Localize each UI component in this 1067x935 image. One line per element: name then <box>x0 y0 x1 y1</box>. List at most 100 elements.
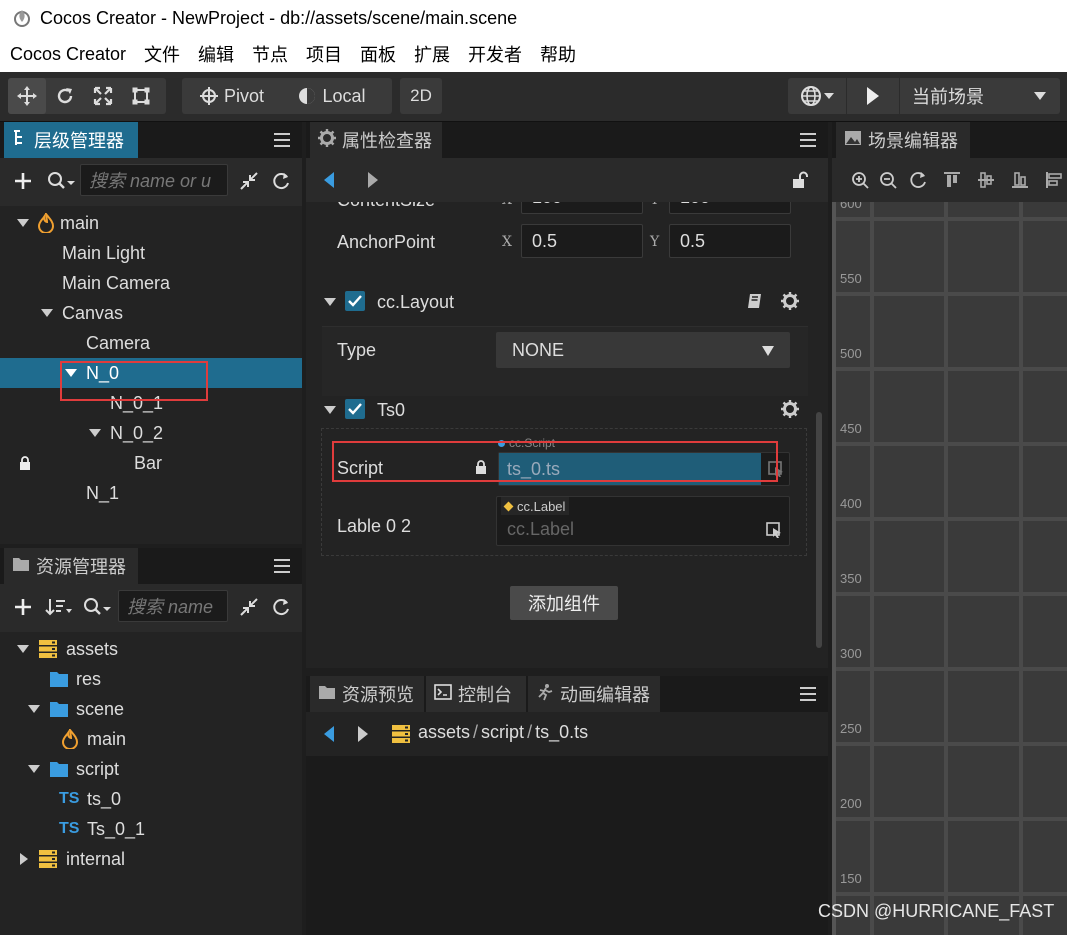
anchor-x-input[interactable]: 0.5 <box>521 224 643 258</box>
menu-help[interactable]: 帮助 <box>540 41 576 67</box>
menu-extension[interactable]: 扩展 <box>414 41 450 67</box>
component-gear-icon[interactable] <box>780 291 800 311</box>
asset-row-res[interactable]: res <box>0 664 302 694</box>
component-gear-icon[interactable] <box>780 399 800 419</box>
anchor-y-input[interactable]: 0.5 <box>669 224 791 258</box>
align-middle-icon[interactable] <box>976 170 996 190</box>
asset-row-scene[interactable]: scene <box>0 694 302 724</box>
path-segment[interactable]: script <box>481 722 524 743</box>
align-top-icon[interactable] <box>942 170 962 190</box>
asset-row-script[interactable]: script <box>0 754 302 784</box>
hierarchy-search-input[interactable]: 搜索 name or u <box>80 164 228 196</box>
zoom-in-icon[interactable] <box>850 170 870 190</box>
help-book-icon[interactable] <box>746 292 764 310</box>
local-button[interactable]: Local <box>282 78 382 114</box>
tab-scene-editor[interactable]: 场景编辑器 <box>836 122 970 158</box>
hierarchy-menu-icon[interactable] <box>274 130 290 150</box>
expand-arrow-icon[interactable] <box>41 309 53 317</box>
refresh-icon[interactable] <box>270 596 292 618</box>
inspector-menu-icon[interactable] <box>800 130 816 150</box>
rotate-tool-button[interactable] <box>46 78 84 114</box>
path-segment[interactable]: ts_0.ts <box>535 722 588 743</box>
play-button[interactable] <box>846 78 900 114</box>
collapse-all-icon[interactable] <box>238 596 260 618</box>
scene-viewport[interactable]: 600 550 500 450 400 350 300 250 200 150 <box>832 202 1067 935</box>
back-arrow-icon[interactable] <box>322 725 336 743</box>
forward-arrow-icon[interactable] <box>366 171 380 189</box>
refresh-icon[interactable] <box>270 170 292 192</box>
menu-panel[interactable]: 面板 <box>360 41 396 67</box>
lock-icon[interactable] <box>18 456 32 470</box>
mode-2d-button[interactable]: 2D <box>400 78 442 114</box>
tree-row-canvas[interactable]: Canvas <box>0 298 302 328</box>
zoom-out-icon[interactable] <box>878 170 898 190</box>
bottom-menu-icon[interactable] <box>800 684 816 704</box>
content-size-y-input[interactable]: 100 <box>669 202 791 214</box>
back-arrow-icon[interactable] <box>322 171 336 189</box>
asset-row-main-scene[interactable]: main <box>0 724 302 754</box>
tab-inspector[interactable]: 属性检查器 <box>310 122 442 158</box>
tab-hierarchy[interactable]: 层级管理器 <box>4 122 138 158</box>
add-component-button[interactable]: 添加组件 <box>510 586 618 620</box>
inspector-scrollbar[interactable] <box>816 412 822 648</box>
assets-search-input[interactable]: 搜索 name <box>118 590 228 622</box>
tree-row-main-light[interactable]: Main Light <box>0 238 302 268</box>
move-tool-button[interactable] <box>8 78 46 114</box>
reset-view-icon[interactable] <box>908 170 928 190</box>
tree-row-bar[interactable]: Bar <box>0 448 302 478</box>
tab-assets[interactable]: 资源管理器 <box>4 548 138 584</box>
scene-select[interactable]: 当前场景 <box>900 78 1060 114</box>
path-segment[interactable]: assets <box>418 722 470 743</box>
expand-arrow-icon[interactable] <box>28 765 40 773</box>
align-bottom-icon[interactable] <box>1010 170 1030 190</box>
menu-node[interactable]: 节点 <box>252 41 288 67</box>
asset-row-ts0-1[interactable]: TS Ts_0_1 <box>0 814 302 844</box>
tree-row-n0-2[interactable]: N_0_2 <box>0 418 302 448</box>
layout-enabled-checkbox[interactable] <box>345 291 365 311</box>
expand-arrow-icon[interactable] <box>17 645 29 653</box>
pivot-button[interactable]: Pivot <box>182 78 282 114</box>
expand-arrow-icon[interactable] <box>28 705 40 713</box>
collapse-arrow-icon[interactable] <box>20 853 28 865</box>
collapse-all-icon[interactable] <box>238 170 260 192</box>
tree-row-camera[interactable]: Camera <box>0 328 302 358</box>
menu-file[interactable]: 文件 <box>144 41 180 67</box>
asset-row-ts0[interactable]: TS ts_0 <box>0 784 302 814</box>
tab-asset-preview[interactable]: 资源预览 <box>310 676 424 712</box>
lable-field[interactable]: cc.Label cc.Label <box>496 496 790 546</box>
path-separator: / <box>473 722 479 742</box>
platform-dropdown[interactable] <box>788 78 846 114</box>
tree-row-main-camera[interactable]: Main Camera <box>0 268 302 298</box>
anchor-y-axis: Y <box>650 234 660 250</box>
sort-icon[interactable] <box>44 596 74 618</box>
tab-animation-editor[interactable]: 动画编辑器 <box>528 676 660 712</box>
unlock-icon[interactable] <box>790 170 810 190</box>
menu-cocos-creator[interactable]: Cocos Creator <box>10 44 126 65</box>
add-asset-icon[interactable] <box>12 596 34 618</box>
expand-arrow-icon[interactable] <box>89 429 101 437</box>
search-type-icon[interactable] <box>82 596 112 618</box>
assets-menu-icon[interactable] <box>274 556 290 576</box>
align-left-icon[interactable] <box>1044 170 1064 190</box>
tree-row-main[interactable]: main <box>0 208 302 238</box>
ts0-enabled-checkbox[interactable] <box>345 399 365 419</box>
asset-row-assets[interactable]: assets <box>0 634 302 664</box>
locate-asset-icon[interactable] <box>765 521 783 539</box>
menu-developer[interactable]: 开发者 <box>468 41 522 67</box>
asset-row-internal[interactable]: internal <box>0 844 302 874</box>
menu-edit[interactable]: 编辑 <box>198 41 234 67</box>
tree-row-n1[interactable]: N_1 <box>0 478 302 508</box>
tab-console[interactable]: 控制台 <box>426 676 526 712</box>
content-size-x-input[interactable]: 100 <box>521 202 643 214</box>
rect-tool-button[interactable] <box>122 78 160 114</box>
layout-type-select[interactable]: NONE <box>496 332 790 368</box>
layout-collapse-arrow-icon[interactable] <box>324 298 336 306</box>
ts0-collapse-arrow-icon[interactable] <box>324 406 336 414</box>
menu-project[interactable]: 项目 <box>306 41 342 67</box>
forward-arrow-icon[interactable] <box>356 725 370 743</box>
pivot-icon <box>199 87 218 105</box>
scale-tool-button[interactable] <box>84 78 122 114</box>
expand-arrow-icon[interactable] <box>17 219 29 227</box>
search-type-icon[interactable] <box>46 170 76 192</box>
add-node-icon[interactable] <box>12 170 34 192</box>
